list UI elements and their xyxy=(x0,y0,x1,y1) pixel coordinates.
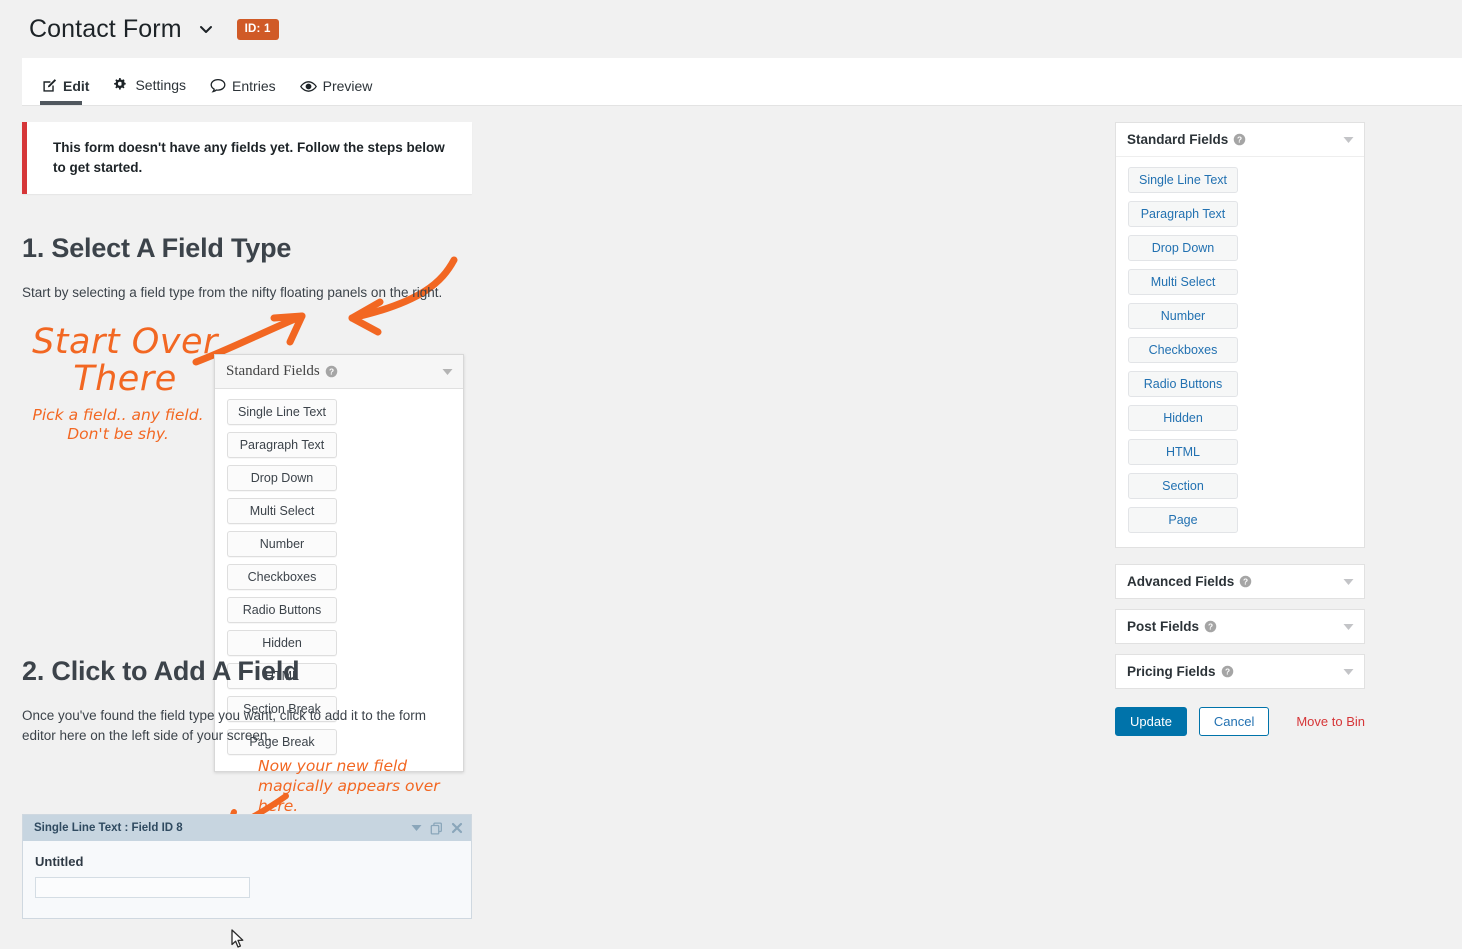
field-label: Untitled xyxy=(35,854,84,869)
field-text-input[interactable] xyxy=(35,877,250,898)
top-bar: Contact Form ID: 1 xyxy=(0,0,1462,58)
tab-bar: Edit Settings Entries Preview xyxy=(22,58,1462,106)
svg-text:?: ? xyxy=(1208,622,1213,632)
close-icon[interactable] xyxy=(451,822,463,834)
page-title: Contact Form xyxy=(29,14,182,43)
embedded-field-button[interactable]: Checkboxes xyxy=(227,564,337,590)
field-button-checkboxes[interactable]: Checkboxes xyxy=(1128,337,1238,363)
field-button-html[interactable]: HTML xyxy=(1128,439,1238,465)
panel-title: Pricing Fields xyxy=(1127,664,1216,679)
embedded-field-button[interactable]: Multi Select xyxy=(227,498,337,524)
step-1-heading: 1. Select A Field Type xyxy=(22,233,292,264)
field-card-title: Single Line Text : Field ID 8 xyxy=(34,822,183,834)
svg-text:?: ? xyxy=(1237,135,1242,145)
form-editor-area: This form doesn't have any fields yet. F… xyxy=(0,106,1100,948)
caret-down-icon[interactable] xyxy=(1343,668,1354,676)
field-card-body: Untitled xyxy=(23,841,471,918)
panel-post-fields-header[interactable]: Post Fields ? xyxy=(1116,610,1364,643)
chevron-down-icon[interactable] xyxy=(411,824,422,832)
tab-edit[interactable]: Edit xyxy=(40,78,102,105)
embedded-field-button[interactable]: Number xyxy=(227,531,337,557)
panel-advanced-fields: Advanced Fields ? xyxy=(1115,564,1365,599)
cancel-button[interactable]: Cancel xyxy=(1198,707,1270,736)
edit-pencil-icon xyxy=(42,78,57,93)
speech-bubble-icon xyxy=(210,78,226,93)
panel-standard-fields-header[interactable]: Standard Fields ? xyxy=(1116,123,1364,156)
panel-pricing-fields: Pricing Fields ? xyxy=(1115,654,1365,689)
field-button-drop-down[interactable]: Drop Down xyxy=(1128,235,1238,261)
tab-entries[interactable]: Entries xyxy=(208,78,289,105)
field-button-hidden[interactable]: Hidden xyxy=(1128,405,1238,431)
panel-title: Standard Fields xyxy=(1127,132,1229,147)
panel-standard-fields-body: Single Line Text Paragraph Text Drop Dow… xyxy=(1116,156,1364,547)
help-circle-icon[interactable]: ? xyxy=(1221,665,1234,678)
empty-form-notice: This form doesn't have any fields yet. F… xyxy=(22,122,472,194)
field-panels-sidebar: Standard Fields ? Single Line Text Parag… xyxy=(1115,122,1365,736)
mouse-pointer-icon xyxy=(231,929,244,948)
duplicate-icon[interactable] xyxy=(430,821,443,835)
field-button-single-line-text[interactable]: Single Line Text xyxy=(1128,167,1238,193)
embedded-field-button[interactable]: Single Line Text xyxy=(227,399,337,425)
panel-title: Post Fields xyxy=(1127,619,1200,634)
step-1-body: Start by selecting a field type from the… xyxy=(22,284,443,300)
embedded-field-button[interactable]: Paragraph Text xyxy=(227,432,337,458)
embedded-field-button[interactable]: Drop Down xyxy=(227,465,337,491)
tab-settings-label: Settings xyxy=(135,77,187,93)
field-card-actions xyxy=(411,821,463,835)
tab-entries-label: Entries xyxy=(232,77,276,94)
annotation-pick-a-field: Pick a field.. any field. Don't be shy. xyxy=(32,406,204,444)
form-field-card[interactable]: Single Line Text : Field ID 8 Untitled xyxy=(22,814,472,919)
help-circle-icon[interactable]: ? xyxy=(1239,575,1252,588)
field-button-page[interactable]: Page xyxy=(1128,507,1238,533)
svg-text:?: ? xyxy=(1243,577,1248,587)
eye-icon xyxy=(299,80,317,93)
embedded-field-button[interactable]: Radio Buttons xyxy=(227,597,337,623)
annotation-appears-over-here: Now your new field magically appears ove… xyxy=(258,757,440,816)
field-button-multi-select[interactable]: Multi Select xyxy=(1128,269,1238,295)
field-button-paragraph-text[interactable]: Paragraph Text xyxy=(1128,201,1238,227)
panel-standard-fields: Standard Fields ? Single Line Text Parag… xyxy=(1115,122,1365,548)
embedded-field-button[interactable]: Hidden xyxy=(227,630,337,656)
caret-down-icon xyxy=(442,368,453,376)
move-to-bin-link[interactable]: Move to Bin xyxy=(1296,714,1365,729)
annotation-start-over-there: Start Over There xyxy=(32,322,218,399)
embedded-panel-header: Standard Fields ? xyxy=(215,355,463,389)
form-id-badge: ID: 1 xyxy=(236,18,279,40)
caret-down-icon[interactable] xyxy=(1343,578,1354,586)
help-circle-icon[interactable]: ? xyxy=(1233,133,1246,146)
svg-text:?: ? xyxy=(329,367,334,377)
field-card-header[interactable]: Single Line Text : Field ID 8 xyxy=(23,815,471,841)
embedded-panel-title: Standard Fields xyxy=(226,363,320,379)
step-2-body: Once you've found the field type you wan… xyxy=(22,707,427,744)
caret-down-icon[interactable] xyxy=(1343,136,1354,144)
svg-text:?: ? xyxy=(1224,667,1229,677)
tab-preview-label: Preview xyxy=(322,78,373,94)
help-circle-icon: ? xyxy=(325,365,338,378)
sidebar-action-bar: Update Cancel Move to Bin xyxy=(1115,707,1365,736)
empty-form-notice-text: This form doesn't have any fields yet. F… xyxy=(53,139,445,175)
step-2-heading: 2. Click to Add A Field xyxy=(22,656,300,687)
tab-settings[interactable]: Settings xyxy=(111,77,199,105)
help-circle-icon[interactable]: ? xyxy=(1204,620,1217,633)
panel-pricing-fields-header[interactable]: Pricing Fields ? xyxy=(1116,655,1364,688)
chevron-down-icon[interactable] xyxy=(197,20,215,38)
field-button-number[interactable]: Number xyxy=(1128,303,1238,329)
caret-down-icon[interactable] xyxy=(1343,623,1354,631)
field-button-radio-buttons[interactable]: Radio Buttons xyxy=(1128,371,1238,397)
update-button[interactable]: Update xyxy=(1115,707,1187,736)
tab-edit-label: Edit xyxy=(63,77,90,94)
gears-icon xyxy=(113,77,129,93)
panel-advanced-fields-header[interactable]: Advanced Fields ? xyxy=(1116,565,1364,598)
panel-post-fields: Post Fields ? xyxy=(1115,609,1365,644)
tab-preview[interactable]: Preview xyxy=(298,79,386,105)
panel-title: Advanced Fields xyxy=(1127,574,1235,589)
field-button-section[interactable]: Section xyxy=(1128,473,1238,499)
